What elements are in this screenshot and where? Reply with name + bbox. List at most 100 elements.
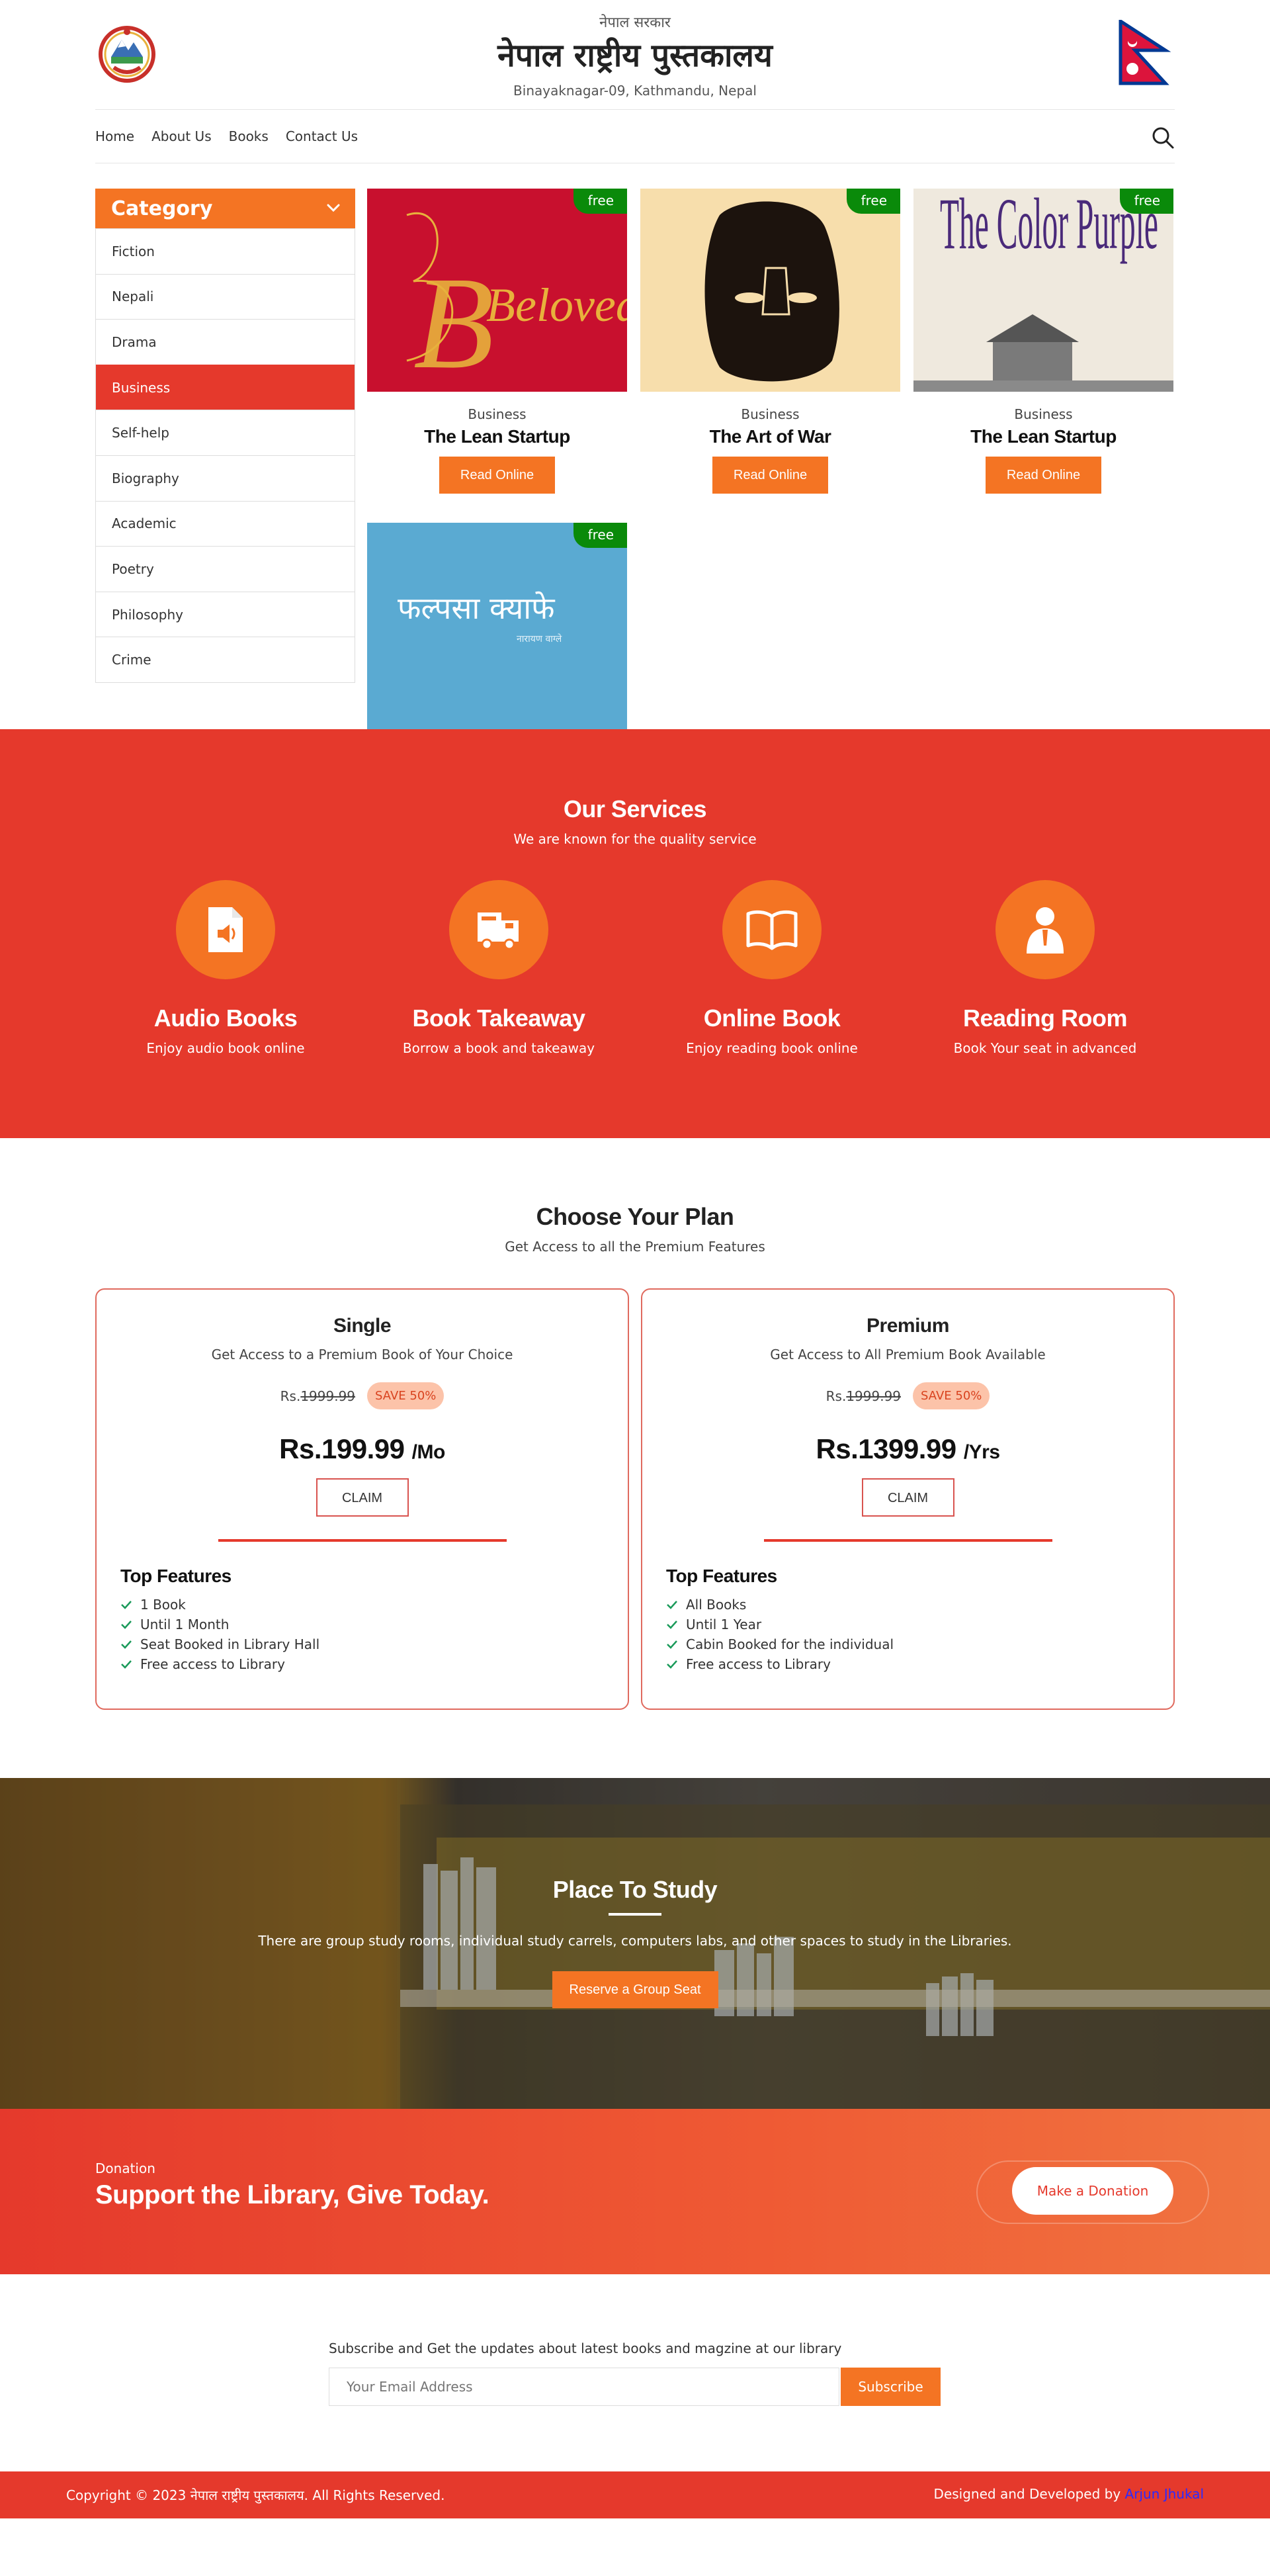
features-list: All Books Until 1 Year Cabin Booked for …: [666, 1595, 1173, 1674]
nav-home[interactable]: Home: [95, 128, 134, 144]
category-heading-label: Category: [111, 197, 213, 220]
credit-text: Designed and Developed by Arjun Jhukal: [933, 2486, 1204, 2502]
service-online-book[interactable]: Online Book Enjoy reading book online: [636, 880, 908, 1056]
category-item-self-help[interactable]: Self-help: [96, 410, 355, 455]
open-book-icon: [722, 880, 822, 979]
feature-item: Free access to Library: [120, 1654, 628, 1674]
category-item-business[interactable]: Business: [96, 364, 355, 410]
feature-item: Seat Booked in Library Hall: [120, 1634, 628, 1654]
site-header: नेपाल सरकार नेपाल राष्ट्रीय पुस्तकालय Bi…: [95, 0, 1175, 109]
book-title[interactable]: The Art of War: [640, 426, 900, 447]
book-category: Business: [468, 406, 527, 422]
read-online-button[interactable]: Read Online: [985, 457, 1102, 494]
service-reading-room[interactable]: Reading Room Book Your seat in advanced: [909, 880, 1181, 1056]
audio-file-icon: [176, 880, 275, 979]
cover-author: नारायण वाग्ले: [517, 633, 562, 644]
read-online-button[interactable]: Read Online: [712, 457, 829, 494]
service-name: Audio Books: [153, 1004, 298, 1032]
color-purple-cover-art: The Color Purple: [913, 189, 1173, 392]
book-card: free Business The Art of War Read Online: [640, 189, 900, 494]
service-desc: Enjoy reading book online: [686, 1040, 858, 1056]
category-item-crime[interactable]: Crime: [96, 637, 355, 682]
category-item-fiction[interactable]: Fiction: [96, 228, 355, 274]
plan-price: Rs.1399.99 /Yrs: [816, 1433, 1000, 1464]
donation-label: Donation: [95, 2160, 155, 2176]
claim-button[interactable]: CLAIM: [316, 1478, 409, 1517]
feature-item: Until 1 Year: [666, 1615, 1173, 1634]
free-badge: free: [573, 189, 627, 214]
feature-item: All Books: [666, 1595, 1173, 1615]
feature-item: Cabin Booked for the individual: [666, 1634, 1173, 1654]
services-section: Our Services We are known for the qualit…: [0, 729, 1270, 1138]
save-badge: SAVE 50%: [367, 1382, 444, 1409]
developer-link[interactable]: Arjun Jhukal: [1125, 2486, 1204, 2502]
services-title: Our Services: [563, 795, 707, 822]
site-footer: Copyright © 2023 नेपाल राष्ट्रीय पुस्तका…: [0, 2471, 1270, 2518]
book-title[interactable]: The Lean Startup: [367, 426, 627, 447]
nav-about-us[interactable]: About Us: [151, 128, 212, 144]
category-item-academic[interactable]: Academic: [96, 500, 355, 547]
reserve-group-seat-button[interactable]: Reserve a Group Seat: [552, 1971, 718, 2008]
service-book-takeaway[interactable]: Book Takeaway Borrow a book and takeaway: [362, 880, 635, 1056]
cover-text: फल्पसा क्याफे: [398, 590, 556, 626]
category-item-biography[interactable]: Biography: [96, 455, 355, 501]
book-cover[interactable]: फल्पसा क्याफे नारायण वाग्ले free: [367, 523, 627, 731]
plans-title: Choose Your Plan: [536, 1203, 734, 1230]
plan-divider: [218, 1539, 507, 1542]
check-icon: [667, 1621, 677, 1629]
copyright-text: Copyright © 2023 नेपाल राष्ट्रीय पुस्तका…: [66, 2487, 445, 2503]
category-list: Fiction Nepali Drama Business Self-help …: [95, 228, 355, 683]
book-card: फल्पसा क्याफे नारायण वाग्ले free: [367, 523, 627, 731]
plan-name: Single: [333, 1315, 392, 1337]
nav-contact-us[interactable]: Contact Us: [286, 128, 358, 144]
free-badge: free: [1119, 189, 1173, 214]
category-item-nepali[interactable]: Nepali: [96, 273, 355, 320]
study-title: Place To Study: [552, 1876, 718, 1903]
features-list: 1 Book Until 1 Month Seat Booked in Libr…: [120, 1595, 628, 1674]
chevron-down-icon: [327, 204, 340, 212]
category-item-philosophy[interactable]: Philosophy: [96, 591, 355, 637]
nav-books[interactable]: Books: [229, 128, 269, 144]
library-name[interactable]: नेपाल राष्ट्रीय पुस्तकालय: [95, 33, 1175, 76]
plan-divider: [763, 1539, 1052, 1542]
plan-card-single: Single Get Access to a Premium Book of Y…: [95, 1288, 629, 1710]
book-cover[interactable]: free: [640, 189, 900, 392]
email-input[interactable]: [329, 2368, 839, 2406]
subscribe-text: Subscribe and Get the updates about late…: [329, 2340, 842, 2356]
plan-desc: Get Access to a Premium Book of Your Cho…: [211, 1347, 513, 1362]
check-icon: [667, 1640, 677, 1649]
study-text: There are group study rooms, individual …: [258, 1933, 1012, 1949]
search-icon[interactable]: [1151, 126, 1175, 150]
claim-button[interactable]: CLAIM: [861, 1478, 954, 1517]
check-icon: [121, 1640, 132, 1649]
feature-item: Free access to Library: [666, 1654, 1173, 1674]
service-audio-books[interactable]: Audio Books Enjoy audio book online: [89, 880, 362, 1056]
services-subtitle: We are known for the quality service: [513, 831, 757, 847]
plans-section: Choose Your Plan Get Access to all the P…: [95, 1138, 1175, 1778]
government-label: नेपाल सरकार: [599, 15, 671, 31]
category-item-poetry[interactable]: Poetry: [96, 546, 355, 592]
check-icon: [121, 1660, 132, 1669]
book-cover[interactable]: B Beloved free: [367, 189, 627, 392]
delivery-truck-icon: [449, 880, 548, 979]
subscribe-button[interactable]: Subscribe: [841, 2368, 941, 2406]
service-name: Book Takeaway: [412, 1004, 585, 1032]
book-cover[interactable]: The Color Purple free: [913, 189, 1173, 392]
main-nav: Home About Us Books Contact Us: [95, 109, 1175, 163]
service-desc: Borrow a book and takeaway: [402, 1040, 595, 1056]
svg-text:B: B: [413, 250, 494, 392]
check-icon: [121, 1621, 132, 1629]
books-section: Category Fiction Nepali Drama Business S…: [95, 163, 1175, 731]
old-price: Rs.1999.99: [280, 1388, 356, 1404]
book-title[interactable]: The Lean Startup: [913, 426, 1173, 447]
study-section: Place To Study There are group study roo…: [0, 1778, 1270, 2109]
category-heading[interactable]: Category: [95, 189, 355, 228]
service-desc: Book Your seat in advanced: [953, 1040, 1137, 1056]
category-item-drama[interactable]: Drama: [96, 319, 355, 365]
plans-subtitle: Get Access to all the Premium Features: [505, 1239, 765, 1255]
free-badge: free: [846, 189, 900, 214]
read-online-button[interactable]: Read Online: [439, 457, 556, 494]
make-donation-button[interactable]: Make a Donation: [1012, 2167, 1173, 2215]
check-icon: [667, 1660, 677, 1669]
category-sidebar: Category Fiction Nepali Drama Business S…: [95, 189, 355, 683]
